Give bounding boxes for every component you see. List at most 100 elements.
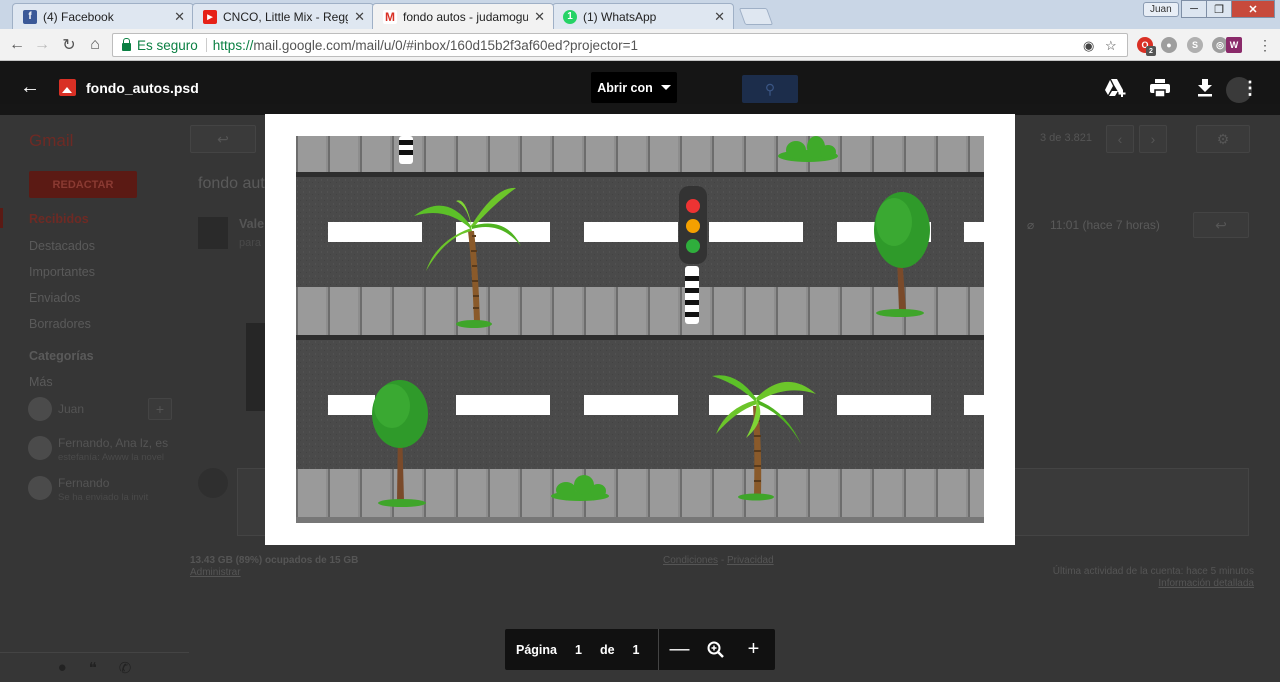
email-subject: fondo aut [198, 175, 265, 192]
image-preview-card [265, 114, 1015, 545]
extension-badge: 2 [1146, 46, 1156, 56]
nav-important[interactable]: Importantes [29, 265, 95, 279]
tab-close-icon[interactable]: ✕ [354, 9, 365, 25]
download-icon[interactable] [1193, 76, 1217, 100]
gmail-logo[interactable]: Gmail [29, 131, 73, 151]
add-contact-icon[interactable]: + [148, 398, 172, 420]
maximize-button[interactable]: ❐ [1206, 0, 1232, 18]
open-with-label: Abrir con [597, 80, 653, 95]
compose-button[interactable]: REDACTAR [29, 171, 137, 198]
divider [205, 38, 207, 52]
zoom-icon[interactable] [701, 635, 731, 665]
eye-icon[interactable]: ◉ [1083, 38, 1094, 54]
browser-toolbar: ← → ↻ ⌂ Es seguro https:// mail.google.c… [0, 29, 1280, 61]
hangouts-footer: ● ❝ ✆ [0, 652, 189, 682]
active-indicator [0, 208, 3, 228]
window-close-button[interactable]: ✕ [1231, 0, 1275, 18]
tab-title: CNCO, Little Mix - Regga [223, 9, 349, 24]
privacy-link[interactable]: Privacidad [727, 555, 774, 566]
open-with-button[interactable]: Abrir con [591, 72, 677, 103]
back-arrow-icon[interactable]: ← [20, 77, 40, 97]
contact-name: Fernando [58, 476, 110, 490]
nav-more[interactable]: Más [29, 375, 53, 389]
gmail-icon: M [383, 9, 397, 24]
tab-facebook[interactable]: f (4) Facebook ✕ [12, 3, 194, 29]
print-icon[interactable] [1148, 76, 1172, 100]
url-scheme: https:// [212, 37, 254, 53]
avatar [28, 397, 52, 421]
tab-whatsapp[interactable]: 1 (1) WhatsApp ✕ [552, 3, 734, 29]
newer-message-button[interactable]: ‹ [1106, 125, 1134, 153]
sender-avatar [198, 217, 228, 249]
settings-gear-icon[interactable]: ⚙ [1196, 125, 1250, 153]
tab-close-icon[interactable]: ✕ [534, 9, 545, 25]
reply-button[interactable]: ↩ [1193, 212, 1249, 238]
nav-sent[interactable]: Enviados [29, 291, 80, 305]
contact-snippet: estefanía: Awww la novel [58, 452, 164, 463]
tab-close-icon[interactable]: ✕ [714, 9, 725, 25]
zoom-in-icon[interactable]: + [739, 635, 769, 665]
skype-icon[interactable]: S [1187, 37, 1203, 53]
manage-storage-link[interactable]: Administrar [190, 567, 241, 578]
zoom-out-icon[interactable]: — [665, 635, 695, 665]
avatar [28, 476, 52, 500]
total-pages: 1 [632, 642, 640, 657]
add-to-drive-icon[interactable] [1103, 76, 1127, 100]
activity-details-link[interactable]: Información detallada [1042, 578, 1254, 589]
file-name: fondo_autos.psd [86, 80, 199, 96]
tab-title: (4) Facebook [43, 9, 114, 24]
tab-gmail[interactable]: M fondo autos - judamogu ✕ [372, 3, 554, 29]
footer-links: Condiciones - Privacidad [663, 555, 774, 566]
avatar [198, 468, 228, 498]
contact-name: Fernando, Ana lz, es [58, 436, 169, 450]
tab-youtube[interactable]: ▶ CNCO, Little Mix - Regga ✕ [192, 3, 374, 29]
home-icon[interactable]: ⌂ [84, 34, 106, 56]
image-file-icon [59, 79, 76, 96]
window-user-badge[interactable]: Juan [1143, 2, 1179, 17]
hangouts-contact[interactable]: Fernando, Ana lz, es estefanía: Awww la … [28, 436, 168, 463]
back-arrow-icon[interactable]: ← [6, 34, 28, 56]
tab-title: (1) WhatsApp [583, 9, 657, 24]
nav-starred[interactable]: Destacados [29, 239, 95, 253]
person-icon[interactable]: ● [58, 659, 67, 676]
avatar [28, 436, 52, 460]
tab-close-icon[interactable]: ✕ [174, 9, 185, 25]
extension-icon[interactable]: ● [1161, 37, 1177, 53]
attachment-thumbnail[interactable] [246, 323, 266, 411]
address-bar[interactable]: Es seguro https:// mail.google.com/mail/… [112, 33, 1128, 57]
attachment-icon: ⌀ [1027, 218, 1035, 232]
search-icon: ⚲ [742, 75, 798, 103]
menu-dots-icon[interactable]: ⋮ [1254, 34, 1276, 56]
recipient-line: para [239, 237, 262, 249]
more-options-icon[interactable]: ⋮ [1238, 76, 1262, 100]
terms-link[interactable]: Condiciones [663, 555, 718, 566]
sender-name: Vale [239, 217, 265, 231]
hangouts-icon[interactable]: ❝ [89, 659, 97, 677]
minimize-button[interactable]: ─ [1181, 0, 1207, 18]
reload-icon[interactable]: ↻ [58, 34, 80, 56]
current-page[interactable]: 1 [575, 643, 582, 657]
hangouts-user[interactable]: Juan [28, 397, 84, 421]
nav-drafts[interactable]: Borradores [29, 317, 91, 331]
footer-separator: - [718, 555, 727, 566]
extension-icon[interactable]: W [1226, 37, 1242, 53]
bookmark-star-icon[interactable]: ☆ [1105, 38, 1117, 54]
new-tab-button[interactable] [738, 8, 774, 25]
storage-usage: 13.43 GB (89%) ocupados de 15 GB [190, 555, 359, 566]
hangouts-user-name: Juan [58, 402, 85, 416]
nav-inbox[interactable]: Recibidos [29, 212, 89, 226]
page-label: Página [516, 642, 557, 657]
back-to-inbox-button[interactable]: ↩ [190, 125, 256, 153]
older-message-button[interactable]: › [1139, 125, 1167, 153]
nav-categories[interactable]: Categorías [29, 349, 94, 363]
page-navigator: Página 1 de 1 — + [505, 629, 775, 670]
phone-icon[interactable]: ✆ [119, 659, 132, 677]
hangouts-contact[interactable]: Fernando Se ha enviado la invit [28, 476, 148, 503]
road-background-image [296, 136, 984, 523]
facebook-icon: f [23, 9, 37, 24]
url-text: mail.google.com/mail/u/0/#inbox/160d15b2… [253, 37, 638, 53]
viewer-header: ← fondo_autos.psd Abrir con ⚲ ⋮ [0, 61, 1280, 115]
chevron-down-icon [660, 85, 671, 90]
email-time: 11:01 (hace 7 horas) [1050, 218, 1160, 232]
forward-arrow-icon[interactable]: → [31, 34, 53, 56]
